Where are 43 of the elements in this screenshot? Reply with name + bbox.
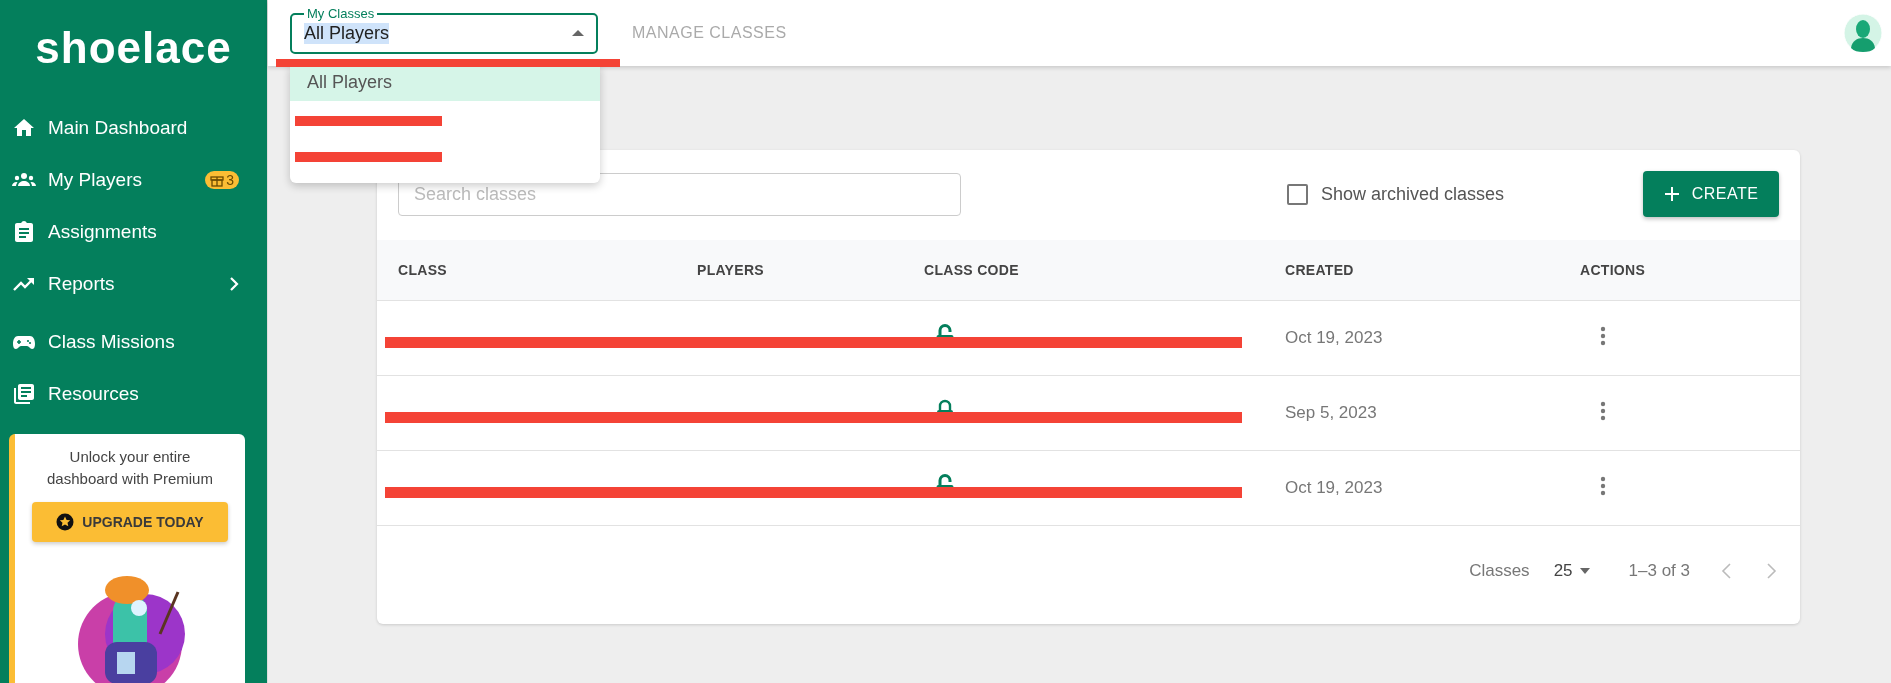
column-header: CREATED bbox=[1285, 262, 1355, 278]
more-icon[interactable] bbox=[1600, 400, 1606, 421]
documents-icon bbox=[12, 382, 36, 406]
page-range: 1–3 of 3 bbox=[1628, 561, 1690, 581]
logo: shoelace bbox=[35, 22, 232, 74]
avatar-icon[interactable] bbox=[1843, 13, 1883, 53]
previous-page-icon[interactable] bbox=[1720, 562, 1734, 580]
next-page-icon[interactable] bbox=[1764, 562, 1778, 580]
nav-label: Main Dashboard bbox=[48, 117, 189, 139]
nav-item[interactable]: My Players 3 bbox=[0, 154, 267, 206]
rows-label: Classes bbox=[1469, 561, 1530, 581]
rows-per-page-select[interactable]: 25 bbox=[1553, 561, 1591, 581]
more-icon[interactable] bbox=[1600, 475, 1606, 496]
caret-icon bbox=[1578, 567, 1591, 575]
nav-item[interactable]: Class Missions bbox=[0, 316, 267, 368]
count-badge: 3 bbox=[205, 171, 239, 189]
nav-label: Reports bbox=[48, 273, 116, 295]
promo-text: Unlock your entire dashboard with Premium bbox=[46, 447, 214, 489]
table-cell-text: Sep 5, 2023 bbox=[1285, 403, 1378, 423]
create-button[interactable]: CREATE bbox=[1643, 171, 1779, 217]
table-cell-text: Oct 19, 2023 bbox=[1285, 478, 1384, 498]
nav-item[interactable]: Reports bbox=[0, 258, 267, 310]
checkbox-label: Show archived classes bbox=[1320, 183, 1504, 205]
clipboard-icon bbox=[12, 220, 36, 244]
nav-label: Assignments bbox=[48, 221, 158, 243]
nav-label: Resources bbox=[48, 383, 140, 405]
nav-item[interactable]: Assignments bbox=[0, 206, 267, 258]
table-cell-text: Oct 19, 2023 bbox=[1285, 328, 1384, 348]
nav-item[interactable]: Main Dashboard bbox=[0, 102, 267, 154]
more-icon[interactable] bbox=[1600, 325, 1606, 346]
column-header: CLASS bbox=[398, 262, 448, 278]
select-value: All Players bbox=[304, 22, 390, 44]
search-field[interactable]: Search classes bbox=[398, 172, 961, 216]
column-header: ACTIONS bbox=[1580, 262, 1647, 278]
upgrade-button[interactable]: UPGRADE TODAY bbox=[32, 502, 228, 542]
column-header: PLAYERS bbox=[697, 262, 765, 278]
nav-label: Class Missions bbox=[48, 331, 176, 353]
caret-icon bbox=[572, 29, 584, 37]
nav-item[interactable]: Resources bbox=[0, 368, 267, 420]
column-header: CLASS CODE bbox=[924, 262, 1020, 278]
plus-icon bbox=[1663, 186, 1680, 202]
nav-label: My Players bbox=[48, 169, 143, 191]
checkbox[interactable] bbox=[1286, 183, 1308, 205]
